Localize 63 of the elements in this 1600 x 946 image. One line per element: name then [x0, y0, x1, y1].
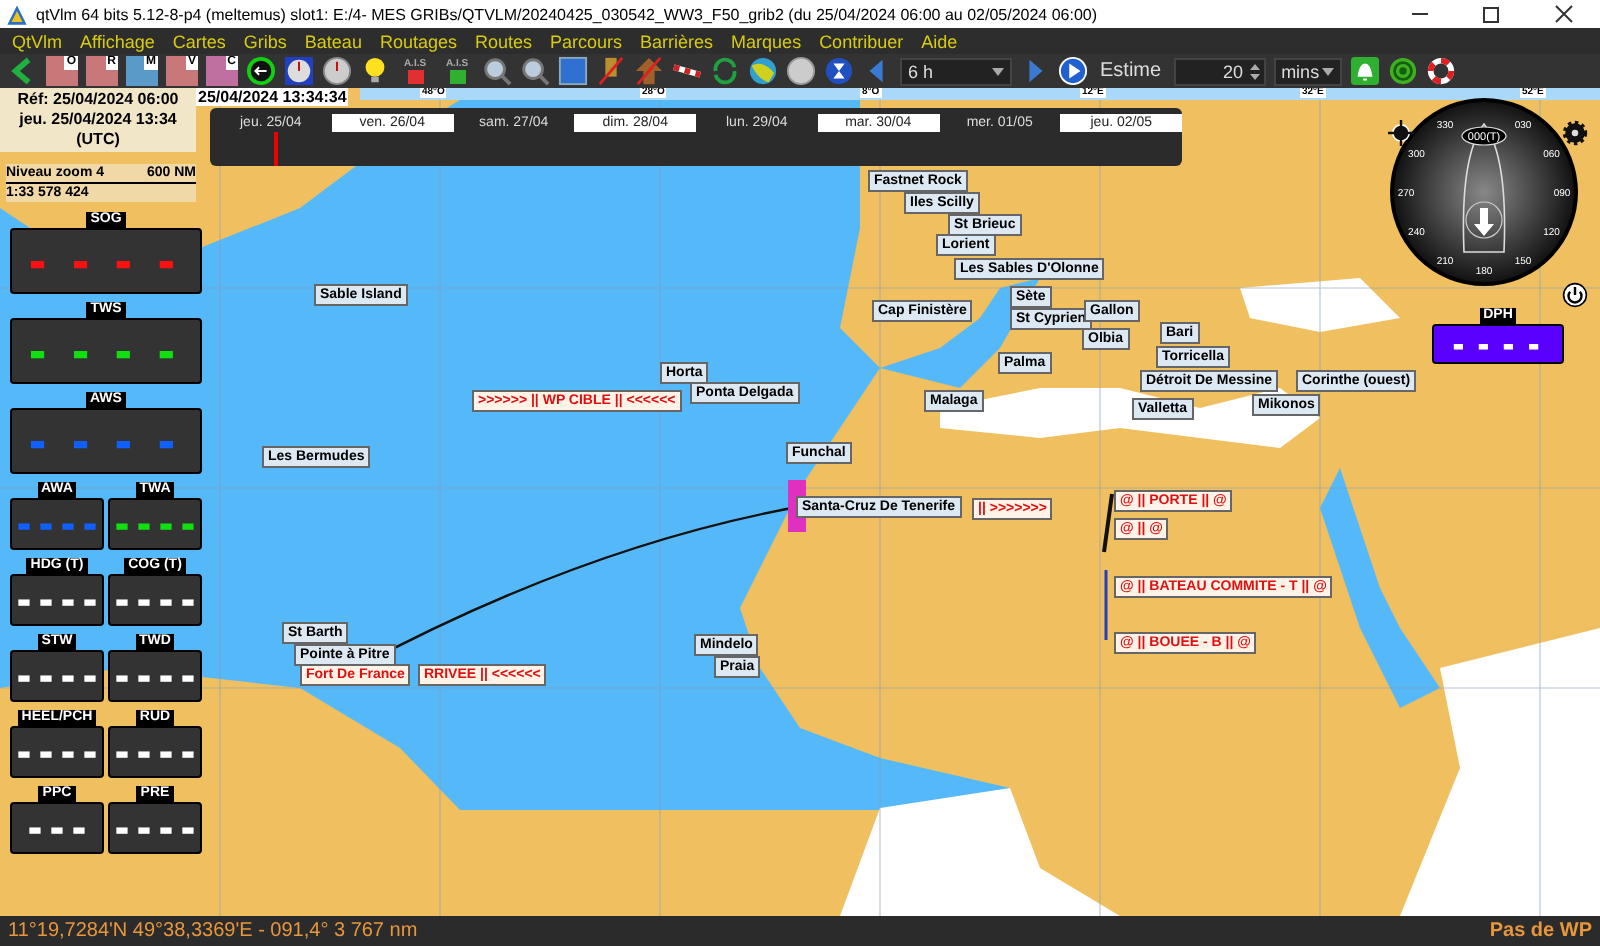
instrument-value: - - - - [18, 580, 96, 620]
menu-item[interactable]: Routages [379, 31, 457, 51]
clock-icon[interactable] [322, 56, 352, 86]
menu-item[interactable]: Cartes [172, 31, 226, 51]
menu-item[interactable]: Affichage [80, 31, 155, 51]
reference-date: Réf: 25/04/2024 06:00 [17, 90, 179, 110]
instrument-value: - - - - [18, 504, 96, 544]
app-logo-icon [6, 3, 28, 25]
menu-item[interactable]: QtVlm [12, 31, 63, 51]
step-dropdown[interactable]: 6 h [900, 57, 1012, 85]
menu-item[interactable]: Gribs [243, 31, 287, 51]
square-icon[interactable] [558, 56, 588, 86]
time-cursor[interactable] [273, 132, 278, 166]
timezone-label: (UTC) [76, 130, 120, 150]
gear-icon[interactable] [1562, 120, 1588, 146]
instrument-value: - - - - [116, 732, 194, 772]
power-icon[interactable] [1562, 282, 1588, 308]
current-time: 25/04/2024 13:34:34 [196, 88, 349, 106]
menu-item[interactable]: Bateau [304, 31, 362, 51]
instrument-value: - - - - [18, 732, 96, 772]
instrument-value: - - - - [30, 421, 182, 461]
current-date: jeu. 25/04/2024 13:34 [19, 110, 177, 130]
boat-outline-drawing [1462, 123, 1506, 253]
instrument-value: - - - - [30, 241, 182, 281]
instrument-value: - - - - [116, 656, 194, 696]
menu-item[interactable]: Contribuer [819, 31, 904, 51]
sphere-icon[interactable] [786, 56, 816, 86]
duration-field[interactable]: 20 [1173, 57, 1266, 85]
depth-readout: - - - - [1432, 324, 1564, 364]
gate-line [1104, 570, 1108, 640]
spinner-arrows-icon[interactable] [1249, 61, 1260, 81]
menu-item[interactable]: Barrières [640, 31, 714, 51]
zoom-in-icon[interactable] [482, 56, 512, 86]
menu-item[interactable]: Aide [921, 31, 958, 51]
instrument-value: - - - [29, 808, 85, 848]
step-dropdown[interactable]: mins [1273, 57, 1342, 85]
zoom-out-icon[interactable] [520, 56, 550, 86]
crosshair-icon[interactable] [1388, 120, 1414, 146]
menu-item[interactable]: Parcours [550, 31, 623, 51]
instrument-value: - - - - [116, 580, 194, 620]
instrument-value: - - - - [116, 504, 194, 544]
window-title: qtVlm 64 bits 5.12-8-p4 (meltemus) slot1: E:/4- MES GRIBs/QTVLM/20240425_030542_WW3_F50_grib2 (du 25/04/2024 06:00 au 02/05/2024 06:00) [36, 5, 1100, 23]
caret-icon [992, 67, 1004, 75]
bell-icon[interactable] [1349, 56, 1380, 86]
play-icon[interactable] [1058, 56, 1088, 86]
cursor-position: 11°19,7284'N 49°38,3369'E - 091,4° 3 767 nm [8, 920, 418, 942]
flag-off-icon[interactable] [596, 56, 626, 86]
menu-item[interactable]: Routes [474, 31, 533, 51]
waypoint-status: Pas de WP [1489, 920, 1592, 942]
globe-icon[interactable] [748, 56, 778, 86]
clock-icon[interactable] [284, 56, 314, 86]
gate-line [1102, 493, 1114, 553]
menu-item[interactable]: Marques [731, 31, 802, 51]
target-icon[interactable] [1387, 56, 1418, 86]
caret-icon [1321, 67, 1334, 75]
hourglass-icon[interactable] [824, 56, 854, 86]
instrument-value: - - - - [18, 656, 96, 696]
estimate-button[interactable]: Estime [1096, 60, 1166, 82]
light-bulb-icon[interactable] [360, 56, 390, 86]
instrument-value: - - - - [116, 808, 194, 848]
instrument-value: - - - - [30, 331, 182, 371]
refresh-icon[interactable] [710, 56, 740, 86]
lifebuoy-icon[interactable] [1425, 56, 1456, 86]
